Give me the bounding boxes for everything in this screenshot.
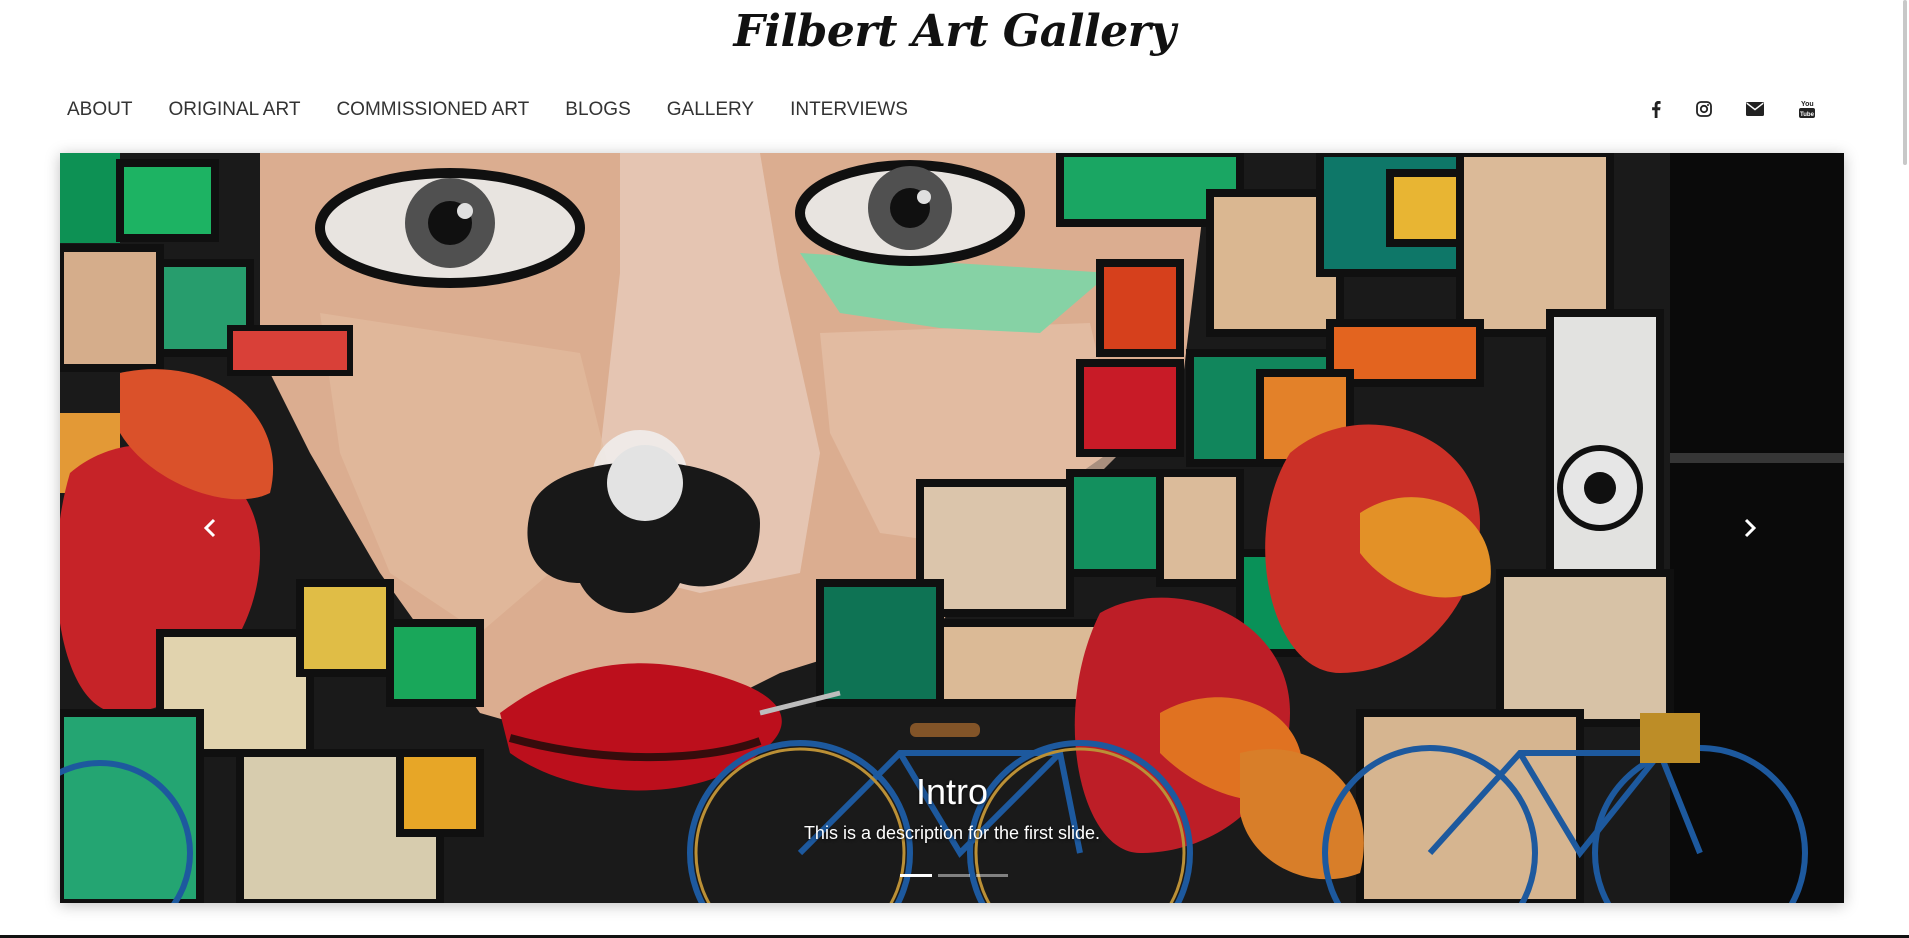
chevron-right-icon bbox=[1744, 518, 1757, 538]
nav-blogs[interactable]: BLOGS bbox=[565, 97, 630, 123]
main-nav: ABOUT ORIGINAL ART COMMISSIONED ART BLOG… bbox=[67, 97, 944, 123]
nav-original-art[interactable]: ORIGINAL ART bbox=[168, 97, 300, 123]
slide-caption-title: Intro bbox=[915, 771, 989, 812]
page-scrollbar[interactable] bbox=[1903, 0, 1907, 165]
nav-interviews[interactable]: INTERVIEWS bbox=[790, 97, 908, 123]
carousel-next-button[interactable] bbox=[1710, 498, 1790, 558]
svg-text:You: You bbox=[1801, 101, 1814, 108]
carousel-indicator-3[interactable] bbox=[976, 874, 1008, 877]
svg-text:Tube: Tube bbox=[1800, 112, 1815, 118]
site-title[interactable]: Filbert Art Gallery bbox=[0, 6, 1909, 57]
carousel-indicator-1[interactable] bbox=[900, 874, 932, 877]
carousel-indicator-2[interactable] bbox=[938, 874, 970, 877]
hero-carousel[interactable]: Intro This is a description for the firs… bbox=[60, 153, 1844, 903]
nav-gallery[interactable]: GALLERY bbox=[667, 97, 754, 123]
instagram-icon[interactable] bbox=[1692, 96, 1716, 122]
chevron-left-icon bbox=[203, 518, 216, 538]
carousel-prev-button[interactable] bbox=[170, 498, 250, 558]
facebook-icon[interactable] bbox=[1644, 96, 1668, 122]
envelope-icon[interactable] bbox=[1743, 96, 1767, 122]
carousel-indicators bbox=[900, 874, 1008, 877]
nav-commissioned-art[interactable]: COMMISSIONED ART bbox=[336, 97, 529, 123]
nav-about[interactable]: ABOUT bbox=[67, 97, 132, 123]
slide-caption-description: This is a description for the first slid… bbox=[803, 823, 1101, 843]
youtube-icon[interactable]: Tube You bbox=[1795, 96, 1819, 122]
